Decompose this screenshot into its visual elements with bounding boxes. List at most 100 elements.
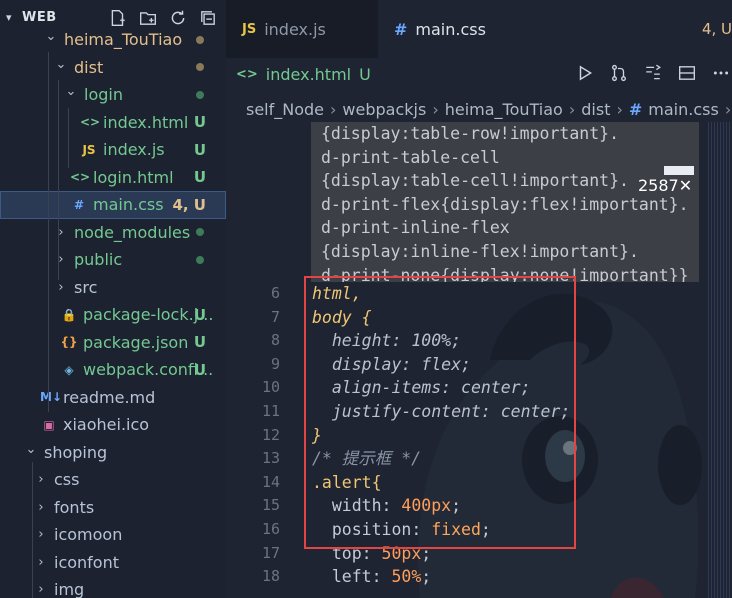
run-icon[interactable] <box>574 62 596 84</box>
breadcrumb: self_Node › webpackjs › heima_TouTiao › … <box>246 96 732 122</box>
tree-item[interactable]: › css <box>0 466 226 494</box>
code-token: left: <box>312 567 392 587</box>
chevron-right-icon: › <box>58 252 64 268</box>
tree-item[interactable]: ⌄ heima_TouTiao <box>0 26 226 54</box>
git-status: U <box>193 168 206 187</box>
json-file-icon: {} <box>60 335 78 350</box>
code-token: 50% <box>391 567 422 587</box>
sticky-line: {display:inline-flex!important}. <box>321 241 639 261</box>
collapse-all-icon[interactable] <box>198 8 218 28</box>
hover-badge: 2587✕ <box>638 164 698 208</box>
tree-item-label: index.html <box>103 112 189 132</box>
line-number: 11 <box>261 402 280 420</box>
js-file-icon: JS <box>242 21 257 37</box>
compare-changes-icon[interactable] <box>642 62 664 84</box>
tab-index-html[interactable]: <> index.html U <box>236 58 371 90</box>
chevron-right-icon: › <box>432 99 439 119</box>
tree-item[interactable]: ▣ xiaohei.ico <box>0 411 226 439</box>
refresh-icon[interactable] <box>168 8 188 28</box>
chevron-right-icon: › <box>38 499 44 515</box>
tree-item[interactable]: JS index.js U <box>0 136 226 164</box>
explorer-sidebar: ▾ WEB ⌄ heima_TouTiao ⌄ dist ⌄ login <> index.h… <box>0 0 226 598</box>
tree-item[interactable]: › src <box>0 274 226 302</box>
status-dot <box>196 35 204 44</box>
status-dot <box>196 63 204 72</box>
tab-label: index.js <box>264 19 326 39</box>
breadcrumb-item[interactable]: dist <box>581 100 610 119</box>
sticky-line: {display:table-row!important}. <box>321 124 620 143</box>
status-dot <box>196 90 204 99</box>
new-file-icon[interactable] <box>108 8 128 28</box>
tab-status: 4, U <box>701 20 732 38</box>
indent-guide <box>68 108 69 168</box>
tree-item[interactable]: 🔒 package-lock.j... U <box>0 301 226 329</box>
tree-item-label: img <box>54 580 85 598</box>
badge-bar <box>664 166 694 175</box>
line-number: 18 <box>261 567 280 586</box>
tree-item[interactable]: <> index.html U <box>0 109 226 137</box>
tree-item[interactable]: M↓ readme.md <box>0 384 226 412</box>
code-line: left: 50%; <box>312 565 431 589</box>
breadcrumb-item[interactable]: main.css <box>648 100 719 119</box>
tree-item-label: main.css <box>93 195 164 215</box>
tree-item-label: icomoon <box>54 525 123 545</box>
chevron-down-icon: ▾ <box>6 10 12 24</box>
tree-item[interactable]: › fonts <box>0 494 226 522</box>
markdown-file-icon: M↓ <box>40 390 62 405</box>
css-file-icon: # <box>394 19 408 39</box>
tree-item[interactable]: › node_modules <box>0 219 226 247</box>
chevron-right-icon: › <box>568 99 576 119</box>
more-actions-icon[interactable] <box>710 62 732 84</box>
line-number: 10 <box>261 378 280 397</box>
source-control-icon[interactable] <box>608 62 630 84</box>
tree-item[interactable]: › img <box>0 576 226 598</box>
tree-item[interactable]: {} package.json U <box>0 329 226 357</box>
tree-item-label: dist <box>74 57 104 77</box>
tree-item[interactable]: › icomoon <box>0 521 226 549</box>
editor-actions <box>574 62 732 84</box>
chevron-down-icon: ⌄ <box>45 29 57 45</box>
chevron-right-icon: › <box>38 527 44 543</box>
status-dot <box>196 255 204 264</box>
tab-index-js[interactable]: JS index.js <box>226 0 376 58</box>
git-status: 4, U <box>172 195 206 214</box>
html-file-icon: <> <box>70 170 91 185</box>
line-number: 9 <box>270 354 280 373</box>
breadcrumb-item[interactable]: heima_TouTiao <box>445 100 563 119</box>
chevron-right-icon: › <box>58 279 64 295</box>
line-number: 12 <box>261 425 280 444</box>
tree-item[interactable]: › public <box>0 246 226 274</box>
code-token: ; <box>421 567 432 587</box>
new-folder-icon[interactable] <box>138 8 158 28</box>
git-status: U <box>193 113 206 132</box>
tree-item[interactable]: # main.css 4, U <box>0 191 226 219</box>
sticky-line: d-print-inline-flex <box>321 218 510 238</box>
breadcrumb-item[interactable]: webpackjs <box>342 100 426 119</box>
minimap[interactable] <box>708 122 732 598</box>
chevron-down-icon: ⌄ <box>25 441 37 457</box>
chevron-down-icon: ⌄ <box>55 56 67 72</box>
tree-item-label: public <box>74 250 123 270</box>
tab-status: U <box>359 64 371 84</box>
tree-item-label: fonts <box>54 497 95 517</box>
tree-item[interactable]: <> login.html U <box>0 164 226 192</box>
indent-guide <box>32 462 33 598</box>
tab-main-css[interactable]: # main.css 4, U <box>378 0 732 58</box>
split-editor-icon[interactable] <box>676 62 698 84</box>
breadcrumb-item[interactable]: self_Node <box>246 100 324 119</box>
tree-item[interactable]: › iconfont <box>0 549 226 577</box>
git-status: U <box>193 360 206 379</box>
chevron-right-icon: › <box>38 554 44 570</box>
tree-item[interactable]: ⌄ shoping <box>0 439 226 467</box>
tree-item-label: css <box>54 470 80 490</box>
badge-count: 2587✕ <box>638 176 693 195</box>
indent-guide <box>58 80 59 280</box>
webpack-file-icon: ◈ <box>64 362 74 377</box>
tree-item[interactable]: ◈ webpack.confi... U <box>0 356 226 384</box>
tree-item-label: index.js <box>103 140 165 160</box>
line-number: 13 <box>261 449 280 468</box>
git-status: U <box>193 140 206 159</box>
tree-item[interactable]: ⌄ login <box>0 81 226 109</box>
status-dot <box>196 228 204 237</box>
tree-item[interactable]: ⌄ dist <box>0 54 226 82</box>
